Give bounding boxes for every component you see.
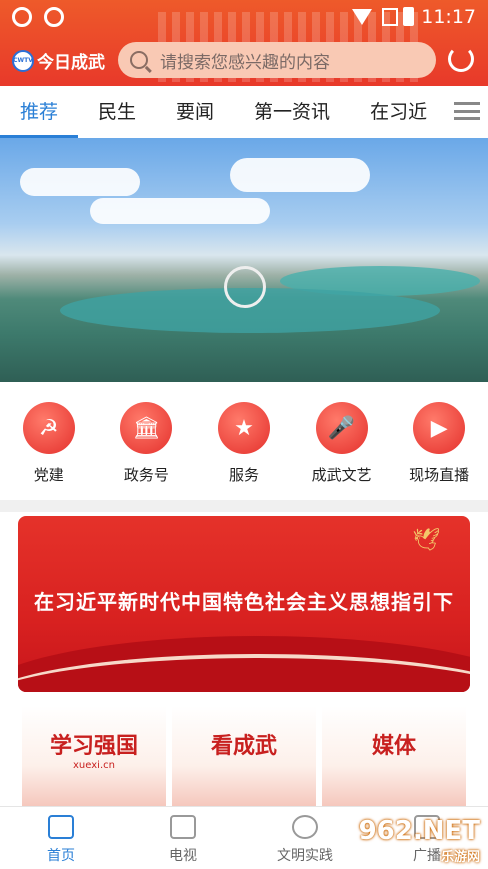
civilization-icon <box>292 815 318 839</box>
cloud-decoration <box>20 168 140 196</box>
channel-menu-icon[interactable] <box>454 100 480 122</box>
notification-icon-2 <box>44 7 64 27</box>
card-subtitle: xuexi.cn <box>73 760 115 771</box>
quick-link-label: 党建 <box>33 466 64 484</box>
app-logo: CWTV 今日成武 <box>12 48 105 73</box>
quick-link-label: 成武文艺 <box>311 466 372 484</box>
promo-text: 在习近平新时代中国特色社会主义思想指引下 <box>34 590 454 614</box>
nav-label: 电视 <box>169 848 197 864</box>
dove-icon: 🕊 <box>412 528 440 553</box>
cloud-decoration <box>90 198 270 224</box>
home-icon <box>48 815 74 839</box>
watermark: 962.NET 乐游网 <box>359 816 480 865</box>
card-media[interactable]: 媒体 <box>322 706 466 806</box>
card-title: 看成武 <box>210 733 277 759</box>
tv-icon <box>170 815 196 839</box>
refresh-icon[interactable] <box>448 46 474 72</box>
section-divider <box>0 500 488 512</box>
video-camera-icon: ▶ <box>413 402 466 454</box>
promo-banner[interactable]: 🕊 在习近平新时代中国特色社会主义思想指引下 <box>18 516 470 692</box>
tab-headlines[interactable]: 要闻 <box>156 86 234 138</box>
search-placeholder: 请搜索您感兴趣的内容 <box>160 52 330 73</box>
search-icon <box>130 51 148 69</box>
quick-link-label: 服务 <box>228 466 259 484</box>
cloud-decoration <box>230 158 370 192</box>
quick-link-service[interactable]: ★ 服务 <box>204 402 284 500</box>
quick-link-label: 政务号 <box>123 466 169 484</box>
notification-icon <box>12 7 32 27</box>
hero-banner[interactable] <box>0 138 488 382</box>
microphone-icon: 🎤 <box>315 402 368 454</box>
battery-icon <box>403 7 414 26</box>
tab-livelihood[interactable]: 民生 <box>78 86 156 138</box>
header-bar: 11:17 CWTV 今日成武 请搜索您感兴趣的内容 <box>0 0 488 86</box>
feature-cards: 学习强国 xuexi.cn 看成武 媒体 <box>22 706 466 806</box>
channel-tabs: 推荐 民生 要闻 第一资讯 在习近 <box>0 86 488 138</box>
government-building-icon: 🏛 <box>120 402 173 454</box>
tab-recommend[interactable]: 推荐 <box>0 86 79 138</box>
wifi-icon <box>352 9 372 25</box>
nav-civilization[interactable]: 文明实践 <box>244 807 366 869</box>
card-kan-chengwu[interactable]: 看成武 <box>172 706 316 806</box>
quick-link-gov[interactable]: 🏛 政务号 <box>106 402 186 500</box>
bookmark-star-icon: ★ <box>217 402 270 454</box>
search-bar[interactable]: 请搜索您感兴趣的内容 <box>118 42 436 78</box>
watermark-sub: 乐游网 <box>440 850 480 865</box>
tab-xi-thought[interactable]: 在习近 <box>350 86 447 138</box>
quick-links: ☭ 党建 🏛 政务号 ★ 服务 🎤 成武文艺 ▶ 现场直播 <box>0 382 488 500</box>
status-bar: 11:17 <box>0 0 488 34</box>
nav-home[interactable]: 首页 <box>0 807 122 869</box>
tab-first-news[interactable]: 第一资讯 <box>234 86 350 138</box>
logo-text: 今日成武 <box>37 53 105 73</box>
quick-link-party[interactable]: ☭ 党建 <box>9 402 89 500</box>
nav-tv[interactable]: 电视 <box>122 807 244 869</box>
party-emblem-icon: ☭ <box>22 402 75 454</box>
nav-label: 文明实践 <box>277 848 333 864</box>
watermark-main: 962.NET <box>358 816 480 846</box>
no-signal-icon <box>382 8 398 26</box>
logo-mark: CWTV <box>12 49 34 72</box>
quick-link-live[interactable]: ▶ 现场直播 <box>399 402 479 500</box>
card-title: 学习强国 <box>49 733 138 759</box>
bottom-nav: 首页 电视 文明实践 广播 962.NET 乐游网 <box>0 806 488 869</box>
nav-label: 首页 <box>47 848 75 864</box>
quick-link-arts[interactable]: 🎤 成武文艺 <box>302 402 382 500</box>
status-time: 11:17 <box>421 6 476 28</box>
card-xuexi[interactable]: 学习强国 xuexi.cn <box>22 706 166 806</box>
card-title: 媒体 <box>371 733 416 759</box>
ferris-wheel <box>224 266 266 308</box>
quick-link-label: 现场直播 <box>409 466 470 484</box>
